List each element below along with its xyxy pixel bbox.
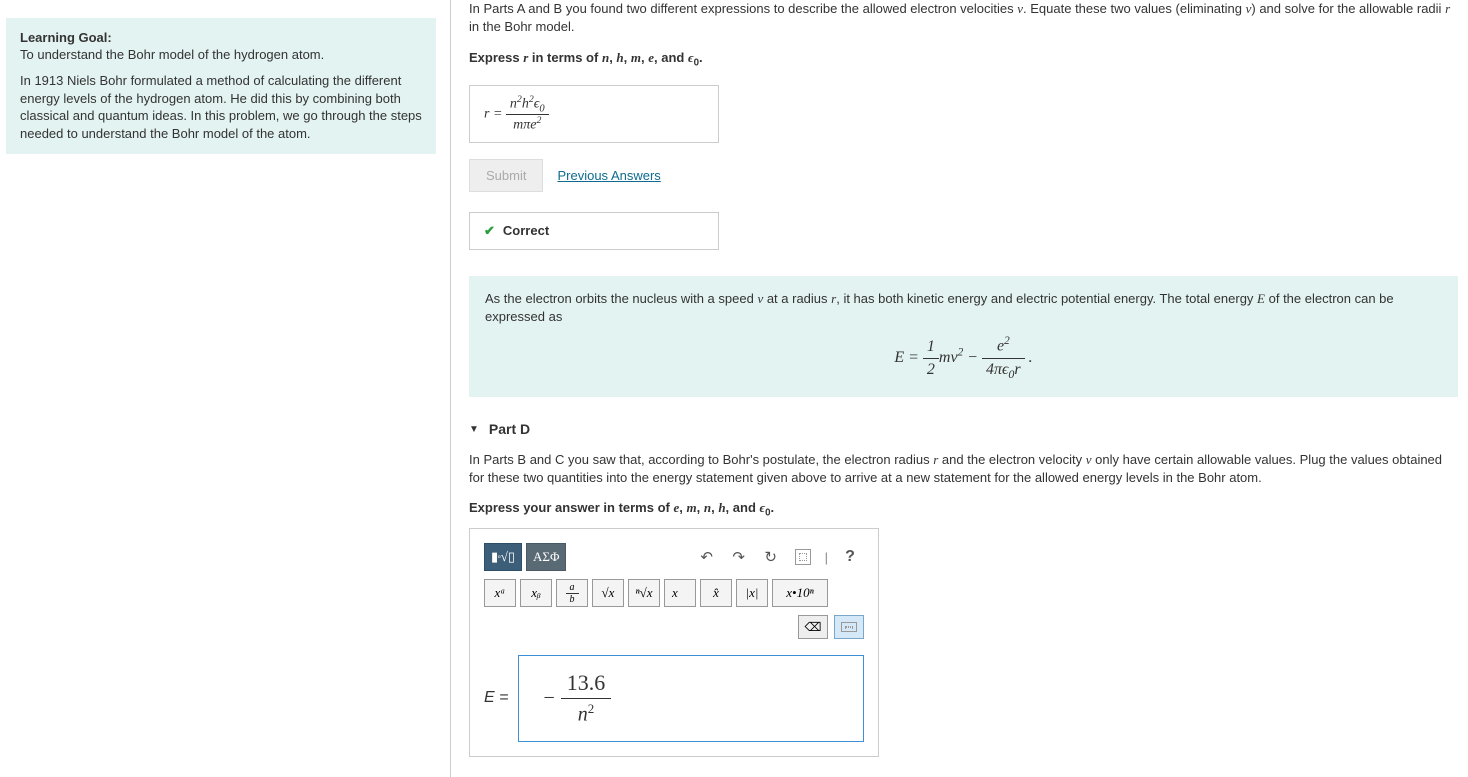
equation-editor: ▮ⁿ√▯ ΑΣΦ ↶ ↷ ↻ | ? xᵃ xᵦ ab √x ⁿ√x x⃗ x̂… — [469, 528, 879, 757]
fraction-tool[interactable]: ab — [556, 579, 588, 607]
eq-end: . — [1025, 349, 1033, 366]
energy-info-panel: As the electron orbits the nucleus with … — [469, 276, 1458, 397]
sci-notation-tool[interactable]: x•10ⁿ — [772, 579, 828, 607]
vector-tool[interactable]: x⃗ — [664, 579, 696, 607]
info-text: at a radius — [763, 291, 831, 306]
part-d-description: In Parts B and C you saw that, according… — [469, 451, 1458, 487]
superscript-tool[interactable]: xᵃ — [484, 579, 516, 607]
learning-goal-panel: Learning Goal: To understand the Bohr mo… — [6, 18, 436, 154]
express-mid: in terms of — [528, 50, 602, 65]
caret-down-icon: ▼ — [469, 424, 479, 435]
info-text: As the electron orbits the nucleus with … — [485, 291, 757, 306]
eq-lhs: E = — [894, 349, 923, 366]
submit-button[interactable]: Submit — [469, 159, 543, 192]
part-d-header[interactable]: ▼ Part D — [469, 421, 1458, 437]
input-numerator: 13.6 — [561, 670, 612, 699]
equation-lhs: E = — [484, 689, 508, 707]
part-c-instruction: In Parts A and B you found two different… — [469, 0, 1458, 36]
backspace-icon[interactable]: ⌫ — [798, 615, 828, 639]
previous-answers-link[interactable]: Previous Answers — [557, 168, 660, 183]
part-c-express-line: Express r in terms of n, h, m, e, and ϵ0… — [469, 50, 1458, 69]
express-prefix: Express your answer in terms of — [469, 500, 673, 515]
undo-icon[interactable]: ↶ — [693, 544, 721, 570]
express-prefix: Express — [469, 50, 523, 65]
instr-text: . Equate these two values (eliminating — [1023, 1, 1246, 16]
check-icon: ✔ — [484, 223, 495, 238]
instr-text: in the Bohr model. — [469, 19, 575, 34]
equation-input[interactable]: − 13.6 n2 — [518, 655, 864, 742]
learning-goal-title: Learning Goal: — [20, 30, 422, 45]
part-d-title: Part D — [489, 421, 530, 437]
info-text: , it has both kinetic energy and electri… — [836, 291, 1257, 306]
learning-goal-body: In 1913 Niels Bohr formulated a method o… — [20, 72, 422, 142]
frac-num: 1 — [923, 336, 939, 359]
greek-tab[interactable]: ΑΣΦ — [526, 543, 566, 571]
part-d-express-line: Express your answer in terms of e, m, n,… — [469, 500, 1458, 519]
redo-icon[interactable]: ↷ — [725, 544, 753, 570]
express-suffix: . — [771, 500, 775, 515]
hat-tool[interactable]: x̂ — [700, 579, 732, 607]
learning-goal-subtitle: To understand the Bohr model of the hydr… — [20, 47, 422, 62]
correct-feedback: ✔ Correct — [469, 212, 719, 250]
correct-label: Correct — [503, 223, 549, 238]
minus-sign: − — [543, 687, 554, 710]
eq-mid: mv2 − — [939, 349, 982, 366]
input-denominator: n2 — [561, 699, 612, 727]
keyboard-icon[interactable] — [789, 544, 817, 570]
energy-equation: E = 12mv2 − e24πϵ0r . — [485, 334, 1442, 383]
reset-icon[interactable]: ↻ — [757, 544, 785, 570]
instr-text: In Parts A and B you found two different… — [469, 1, 1017, 16]
keyboard-toggle-icon[interactable] — [834, 615, 864, 639]
instr-text: ) and solve for the allowable radii — [1251, 1, 1445, 16]
abs-tool[interactable]: |x| — [736, 579, 768, 607]
templates-tab[interactable]: ▮ⁿ√▯ — [484, 543, 522, 571]
subscript-tool[interactable]: xᵦ — [520, 579, 552, 607]
nth-root-tool[interactable]: ⁿ√x — [628, 579, 660, 607]
sqrt-tool[interactable]: √x — [592, 579, 624, 607]
answer-lhs: r = — [484, 106, 502, 121]
separator: | — [825, 550, 828, 565]
help-icon[interactable]: ? — [836, 544, 864, 570]
frac-den: 2 — [923, 359, 939, 381]
part-c-answer-display: r = n2h2ϵ0 mπe2 — [469, 85, 719, 143]
express-suffix: . — [699, 50, 703, 65]
